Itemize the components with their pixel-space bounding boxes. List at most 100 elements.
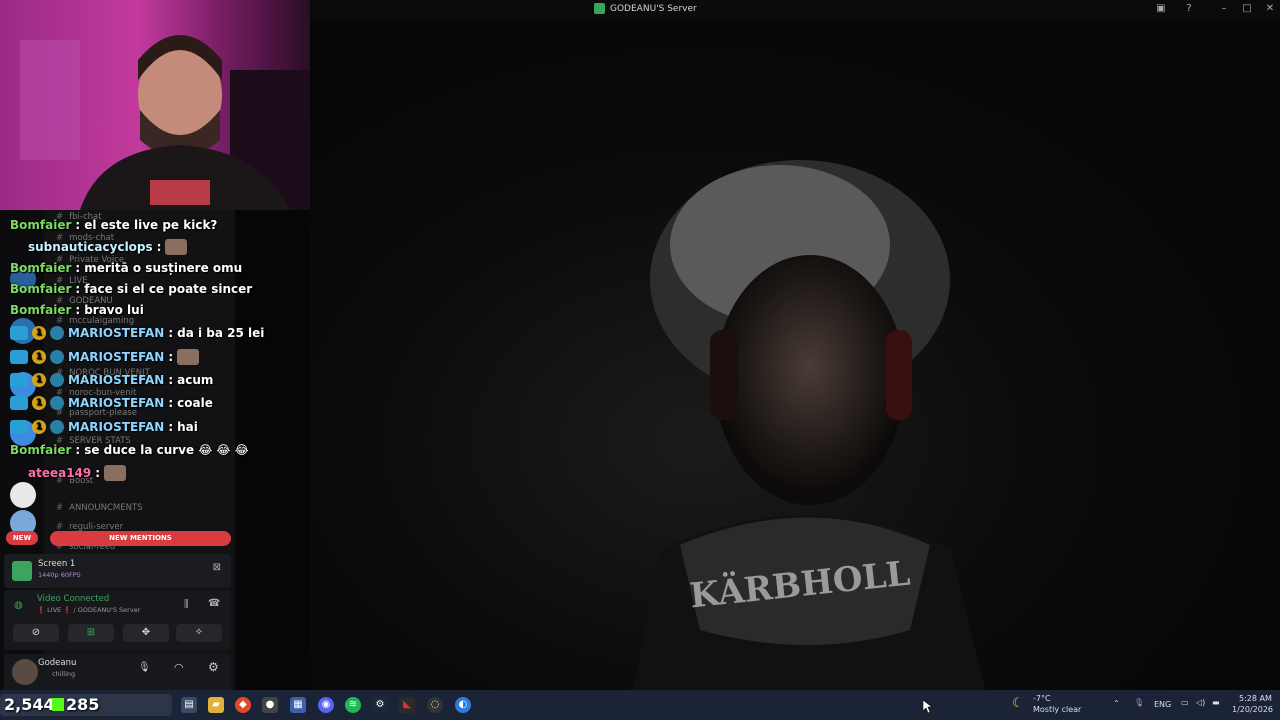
screen-share-panel: Screen 1 1440p 60FPS ⊠ xyxy=(4,554,231,588)
stop-stream-icon[interactable]: ⊠ xyxy=(213,562,221,573)
chat-text: el este live pe kick? xyxy=(84,218,218,232)
microphone-icon[interactable]: 🎙︎ xyxy=(138,662,151,673)
headphones-icon[interactable]: ◠ xyxy=(174,661,184,674)
chat-separator: : xyxy=(168,420,174,434)
hash-icon: # xyxy=(56,316,64,326)
clock-time[interactable]: 5:28 AM xyxy=(1239,694,1272,703)
discord-icon[interactable]: ◉ xyxy=(318,697,334,713)
settings-gear-icon[interactable]: ⚙ xyxy=(208,660,219,674)
chat-username[interactable]: Bomfaier xyxy=(10,261,71,275)
chat-text: se duce la curve 😂 😂 😂 xyxy=(84,443,249,457)
chrome-icon[interactable]: ◌ xyxy=(427,697,443,713)
weather-desc: Mostly clear xyxy=(1033,705,1082,714)
screen-share-icon[interactable]: ▣ xyxy=(1153,3,1169,14)
battery-icon[interactable]: ▬ xyxy=(1212,698,1220,707)
screen-share-button[interactable]: ⊞ xyxy=(68,624,114,642)
activities-button[interactable]: ✥ xyxy=(123,624,169,642)
app-grid-icon[interactable]: ▦ xyxy=(290,697,306,713)
sidebar-channel[interactable]: # mcculaigaming xyxy=(56,316,134,326)
close-button[interactable]: ✕ xyxy=(1262,3,1278,14)
camera-off-button[interactable]: ⊘ xyxy=(13,624,59,642)
channel-name: mcculaigaming xyxy=(69,316,135,326)
edge-icon[interactable]: ◐ xyxy=(455,697,471,713)
chat-separator: : xyxy=(75,261,81,275)
chat-separator: : xyxy=(95,466,101,480)
volume-icon[interactable]: ◁) xyxy=(1196,698,1205,707)
chat-username[interactable]: Bomfaier xyxy=(10,282,71,296)
voice-status-panel: ◍ Video Connected ❗ LIVE ❗ / GODEANU'S S… xyxy=(4,590,231,650)
chat-separator: : xyxy=(168,396,174,410)
camera-badge-icon xyxy=(50,420,64,434)
chat-message: 1 MARIOSTEFAN: coale xyxy=(10,396,213,410)
sub-badge-icon: 1 xyxy=(32,350,46,364)
chat-separator: : xyxy=(75,303,81,317)
screen-quality: 1440p 60FPS xyxy=(38,571,81,579)
minimize-button[interactable]: – xyxy=(1216,3,1232,14)
chat-username[interactable]: subnauticacyclops xyxy=(28,240,153,254)
brave-browser-icon[interactable]: ◆ xyxy=(235,697,251,713)
chat-message: ateea149: xyxy=(28,465,127,481)
chat-message: 1 MARIOSTEFAN: da i ba 25 lei xyxy=(10,326,264,340)
chat-username[interactable]: MARIOSTEFAN xyxy=(68,373,164,387)
mic-tray-icon[interactable]: 🎙︎ xyxy=(1134,698,1144,707)
rank-badge-icon xyxy=(10,350,28,364)
emote-icon xyxy=(165,239,188,255)
window-title-wrap: GODEANU'S Server xyxy=(594,3,697,14)
chat-username[interactable]: MARIOSTEFAN xyxy=(68,326,164,340)
obs-icon[interactable]: ● xyxy=(262,697,278,713)
chat-username[interactable]: Bomfaier xyxy=(10,218,71,232)
chat-username[interactable]: MARIOSTEFAN xyxy=(68,420,164,434)
chat-message: 1 MARIOSTEFAN: acum xyxy=(10,373,213,387)
file-explorer-icon[interactable]: ▰ xyxy=(208,697,224,713)
chat-message: 1 MARIOSTEFAN: xyxy=(10,349,200,365)
voice-status: Video Connected xyxy=(37,594,110,604)
chat-message: Bomfaier: se duce la curve 😂 😂 😂 xyxy=(10,443,249,457)
chat-text: bravo lui xyxy=(84,303,144,317)
webcam-overlay xyxy=(0,0,310,210)
soundboard-button[interactable]: ✧ xyxy=(176,624,222,642)
show-hidden-icons[interactable]: ⌃ xyxy=(1113,699,1120,708)
chat-separator: : xyxy=(75,218,81,232)
language-indicator[interactable]: ENG xyxy=(1154,700,1171,709)
noise-suppression-icon[interactable]: ⫼ xyxy=(184,599,189,610)
chat-message: Bomfaier: face si el ce poate sincer xyxy=(10,282,252,296)
camera-badge-icon xyxy=(50,350,64,364)
chat-username[interactable]: ateea149 xyxy=(28,466,91,480)
new-pill[interactable]: NEW xyxy=(6,531,38,545)
chat-message: Bomfaier: meritā o susținere omu xyxy=(10,261,242,275)
chat-message: subnauticacyclops: xyxy=(28,239,188,255)
chat-username[interactable]: MARIOSTEFAN xyxy=(68,350,164,364)
task-view-icon[interactable]: ▤ xyxy=(181,697,197,713)
steam-icon[interactable]: ⚙ xyxy=(372,697,388,713)
avatar[interactable] xyxy=(12,659,38,685)
camera-badge-icon xyxy=(50,396,64,410)
chat-username[interactable]: MARIOSTEFAN xyxy=(68,396,164,410)
mouse-cursor-icon xyxy=(923,700,933,714)
help-icon[interactable]: ? xyxy=(1181,3,1197,14)
chat-text: face si el ce poate sincer xyxy=(84,282,253,296)
kick-count: 285 xyxy=(66,695,100,714)
disconnect-icon[interactable]: ☎ xyxy=(208,598,220,609)
camera-badge-icon xyxy=(50,326,64,340)
chat-username[interactable]: Bomfaier xyxy=(10,443,71,457)
chat-message: Bomfaier: el este live pe kick? xyxy=(10,218,217,232)
screen-title: Screen 1 xyxy=(38,559,76,569)
server-icon-5[interactable] xyxy=(10,482,36,508)
user-panel: Godeanu chilling 🎙︎ ◠ ⚙ xyxy=(4,654,231,690)
new-mentions-pill[interactable]: NEW MENTIONS xyxy=(50,531,231,546)
network-icon[interactable]: ▭ xyxy=(1181,698,1189,707)
channel-name: ANNOUNCMENTS xyxy=(69,503,143,513)
weather-icon[interactable]: ☾ xyxy=(1012,696,1024,711)
username: Godeanu xyxy=(38,658,77,668)
window-title: GODEANU'S Server xyxy=(610,3,697,14)
chat-separator: : xyxy=(168,326,174,340)
spotify-icon[interactable]: ≋ xyxy=(345,697,361,713)
streamlabs-icon[interactable]: ◣ xyxy=(399,697,415,713)
chat-username[interactable]: Bomfaier xyxy=(10,303,71,317)
chat-separator: : xyxy=(75,282,81,296)
sidebar-channel[interactable]: # ANNOUNCMENTS xyxy=(56,503,143,513)
clock-date[interactable]: 1/20/2026 xyxy=(1232,705,1273,714)
maximize-button[interactable]: □ xyxy=(1239,3,1255,14)
sub-badge-icon: 1 xyxy=(32,373,46,387)
signal-icon[interactable]: ◍ xyxy=(14,600,23,611)
